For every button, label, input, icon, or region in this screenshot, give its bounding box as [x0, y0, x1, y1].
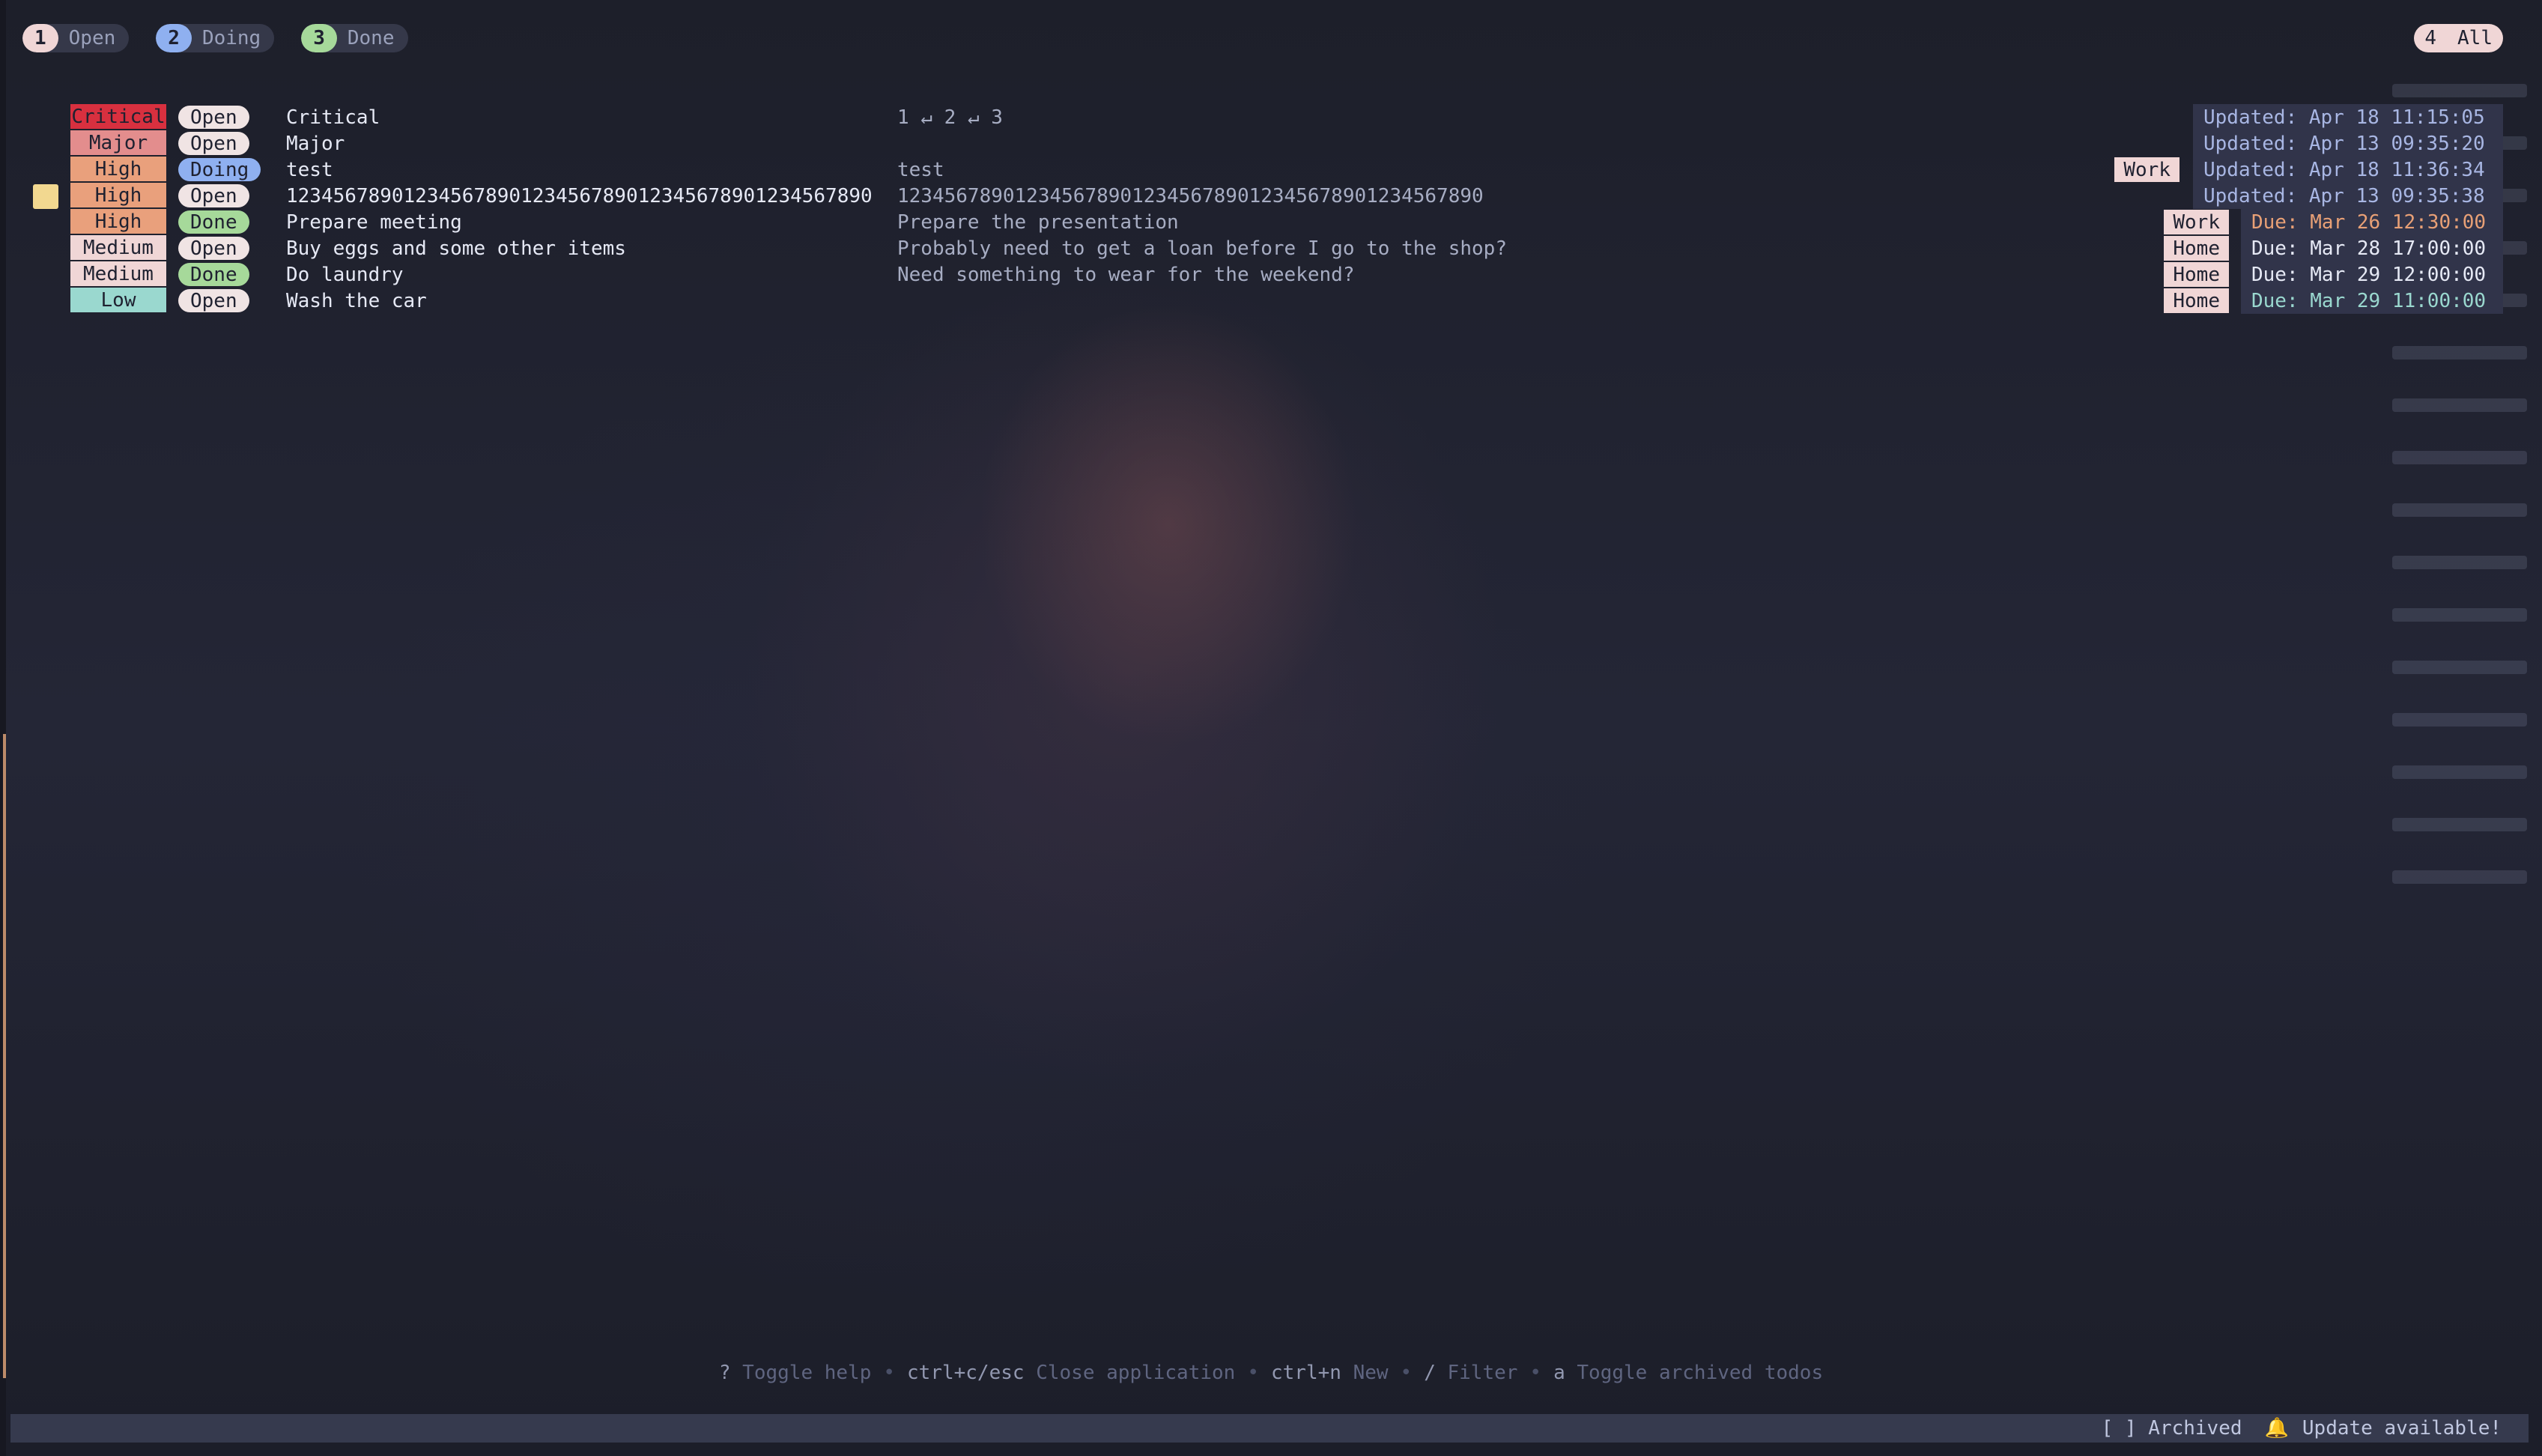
- todo-title: 1234567890123456789012345678901234567890…: [286, 184, 873, 207]
- todo-title: test: [286, 158, 333, 181]
- todo-title: Critical: [286, 106, 380, 129]
- tab-label: Doing: [201, 27, 261, 49]
- tab-number: 2: [156, 24, 192, 52]
- help-description: Toggle help: [742, 1362, 872, 1384]
- help-separator: •: [1247, 1362, 1259, 1384]
- tab-doing[interactable]: 2 Doing: [156, 24, 275, 52]
- help-bar: ? Toggle help • ctrl+c/esc Close applicati…: [0, 1362, 2542, 1384]
- help-key: ctrl+c/esc: [907, 1362, 1025, 1384]
- tab-label: All: [2457, 27, 2493, 49]
- todo-date: Updated: Apr 13 09:35:38: [2193, 183, 2503, 209]
- todo-date: Due: Mar 29 11:00:00: [2241, 288, 2503, 314]
- tab-open[interactable]: 1 Open: [22, 24, 130, 52]
- status-badge: Done: [178, 263, 249, 286]
- todo-title: Major: [286, 132, 345, 155]
- todo-row[interactable]: High Open 12345678901234567890123456789012…: [0, 183, 2542, 209]
- help-key: /: [1424, 1362, 1436, 1384]
- archived-toggle[interactable]: [ ] Archived: [2102, 1417, 2242, 1440]
- tag-badge: Home: [2164, 288, 2229, 313]
- todo-list: Critical Open Critical 1 ↵ 2 ↵ 3 Updated: Ap…: [0, 104, 2542, 314]
- todo-date: Updated: Apr 18 11:15:05: [2193, 104, 2503, 130]
- left-accent-line: [3, 734, 6, 1378]
- todo-title: Do laundry: [286, 263, 404, 286]
- help-separator: •: [1400, 1362, 1413, 1384]
- todo-row[interactable]: Major Open Major Updated: Apr 13 09:35:20: [0, 130, 2542, 157]
- todo-row[interactable]: Critical Open Critical 1 ↵ 2 ↵ 3 Updated: Ap…: [0, 104, 2542, 130]
- priority-badge: Low: [70, 288, 166, 312]
- priority-badge: Medium: [70, 261, 166, 286]
- tag-badge: Home: [2164, 262, 2229, 287]
- status-badge: Open: [178, 184, 249, 207]
- help-description: Close application: [1036, 1362, 1236, 1384]
- todo-row[interactable]: Medium Done Do laundry Need something to we…: [0, 261, 2542, 288]
- tab-all[interactable]: 4 All: [2414, 24, 2503, 52]
- priority-badge: High: [70, 157, 166, 181]
- todo-title: Buy eggs and some other items: [286, 237, 626, 260]
- status-badge: Open: [178, 106, 249, 129]
- todo-date: Due: Mar 28 17:00:00: [2241, 235, 2503, 261]
- todo-row[interactable]: Medium Open Buy eggs and some other items P…: [0, 235, 2542, 261]
- selection-indicator: [33, 184, 58, 209]
- todo-row[interactable]: High Done Prepare meeting Prepare the prese…: [0, 209, 2542, 235]
- bell-icon: 🔔: [2264, 1417, 2289, 1440]
- tag-badge: Home: [2164, 236, 2229, 261]
- help-separator: •: [1529, 1362, 1542, 1384]
- tag-badge: Work: [2114, 157, 2179, 182]
- tab-label: Done: [347, 27, 395, 49]
- todo-date: Due: Mar 29 12:00:00: [2241, 261, 2503, 288]
- filter-tabs: 1 Open 2 Doing 3 Done: [22, 24, 408, 52]
- status-badge: Open: [178, 289, 249, 312]
- priority-badge: Medium: [70, 235, 166, 260]
- todo-description: Need something to wear for the weekend?: [897, 263, 1355, 286]
- todo-date: Updated: Apr 18 11:36:34: [2193, 157, 2503, 183]
- todo-row[interactable]: High Doing test test Work Updated: Apr 18 11:…: [0, 157, 2542, 183]
- help-description: Toggle archived todos: [1577, 1362, 1824, 1384]
- todo-description: 1234567890123456789012345678901234567890…: [897, 184, 1484, 207]
- update-notice[interactable]: Update available!: [2302, 1417, 2502, 1440]
- status-badge: Done: [178, 210, 249, 234]
- todo-date: Updated: Apr 13 09:35:20: [2193, 130, 2503, 157]
- status-badge: Open: [178, 132, 249, 155]
- todo-description: Probably need to get a loan before I go …: [897, 237, 1507, 260]
- status-bar: [ ] Archived 🔔 Update available!: [10, 1414, 2529, 1443]
- priority-badge: Major: [70, 130, 166, 155]
- help-description: Filter: [1447, 1362, 1518, 1384]
- tag-badge: Work: [2164, 210, 2229, 234]
- status-badge: Open: [178, 237, 249, 260]
- todo-title: Prepare meeting: [286, 210, 462, 234]
- todo-date: Due: Mar 26 12:30:00: [2241, 209, 2503, 235]
- todo-description: test: [897, 158, 944, 181]
- help-key: ?: [718, 1362, 731, 1384]
- tab-number: 3: [301, 24, 337, 52]
- priority-badge: High: [70, 183, 166, 207]
- todo-title: Wash the car: [286, 289, 427, 312]
- todo-row[interactable]: Low Open Wash the car Home Due: Mar 29 11:00…: [0, 288, 2542, 314]
- tab-label: Open: [68, 27, 116, 49]
- status-badge: Doing: [178, 158, 261, 181]
- help-key: a: [1553, 1362, 1565, 1384]
- tab-done[interactable]: 3 Done: [301, 24, 408, 52]
- tab-number: 4: [2424, 27, 2437, 49]
- todo-description: 1 ↵ 2 ↵ 3: [897, 106, 1003, 129]
- priority-badge: Critical: [70, 104, 166, 129]
- todo-description: Prepare the presentation: [897, 210, 1179, 234]
- help-description: New: [1353, 1362, 1389, 1384]
- help-key: ctrl+n: [1270, 1362, 1341, 1384]
- help-separator: •: [883, 1362, 896, 1384]
- tab-number: 1: [22, 24, 58, 52]
- priority-badge: High: [70, 209, 166, 234]
